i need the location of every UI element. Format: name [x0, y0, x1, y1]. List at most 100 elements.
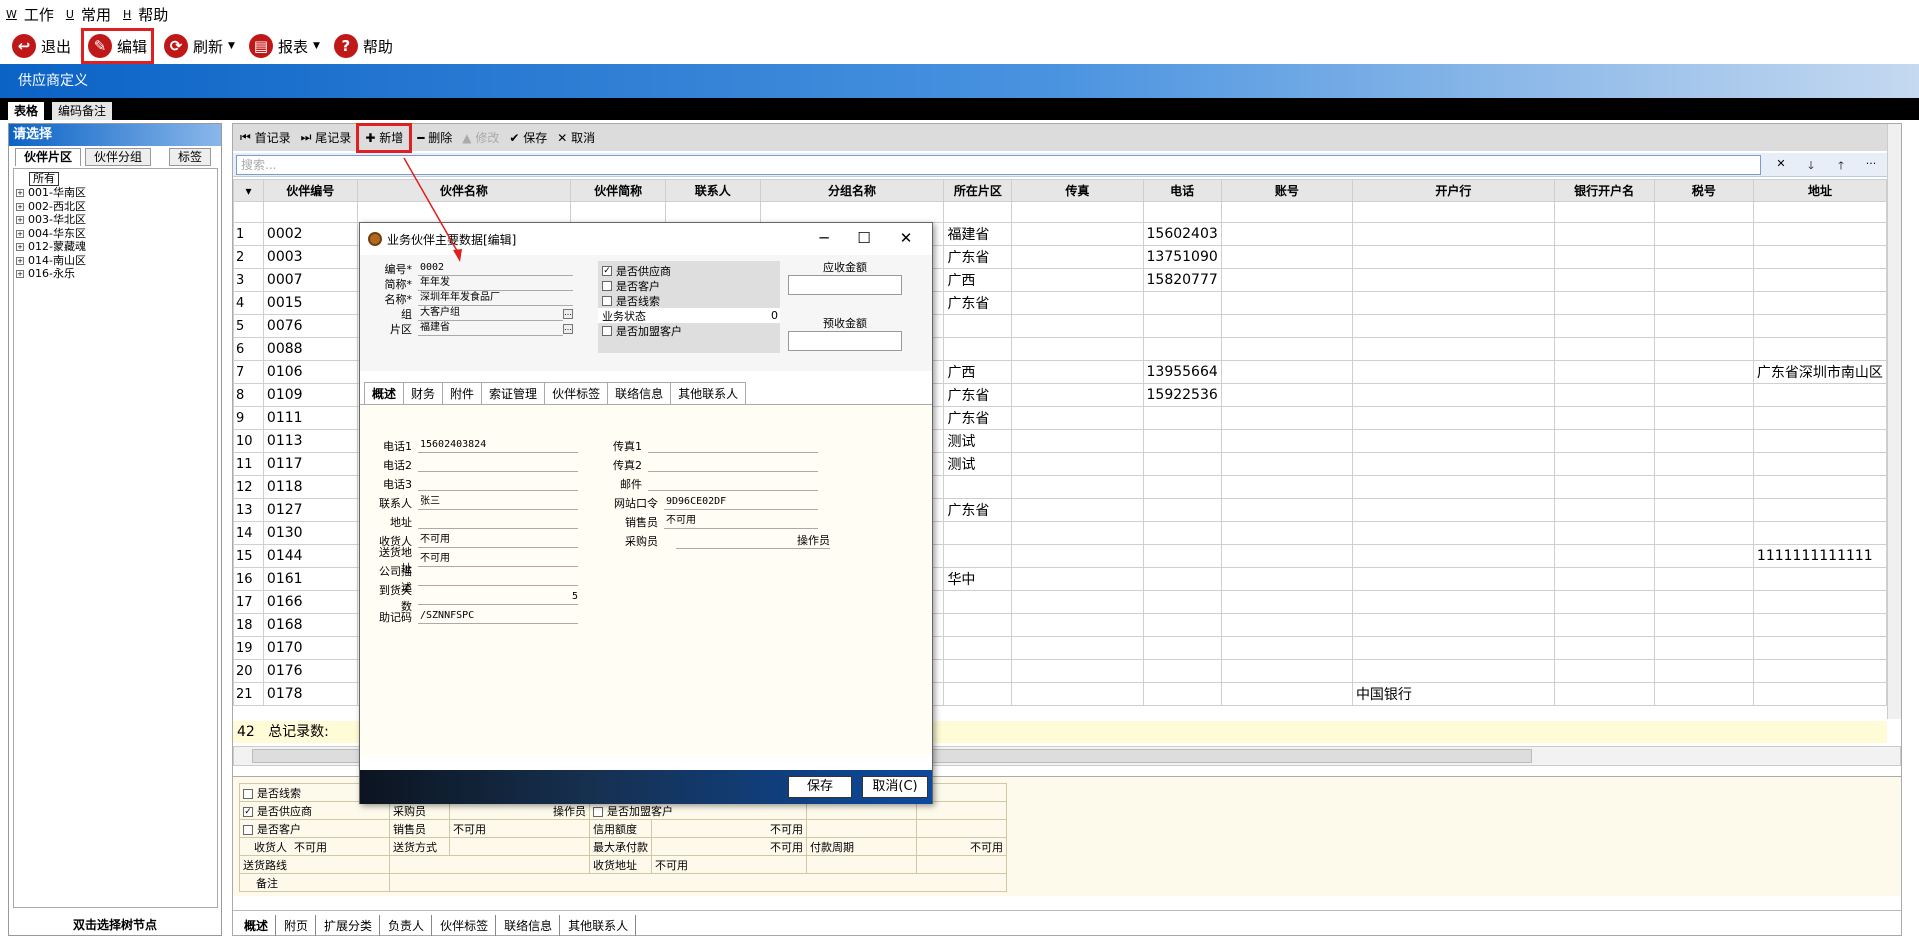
cell[interactable] — [1011, 498, 1144, 522]
cell[interactable] — [1011, 521, 1144, 545]
cell-rn[interactable]: 12 — [233, 475, 264, 499]
cell-addr[interactable] — [1752, 521, 1887, 545]
col-header[interactable]: 电话 — [1142, 179, 1222, 202]
report-button[interactable]: ▤ 报表 ▼ — [245, 30, 324, 62]
checkbox-checked-icon[interactable]: ✓ — [243, 806, 253, 817]
cell-rn[interactable]: 10 — [233, 429, 264, 453]
search-input[interactable]: 搜索... — [236, 155, 1761, 175]
tree-node[interactable]: +014-南山区 — [14, 254, 217, 268]
cell-rn[interactable]: 1 — [233, 222, 264, 246]
fax1-field[interactable] — [648, 438, 818, 453]
cell-rn[interactable]: 6 — [233, 337, 264, 361]
cancel-button[interactable]: ✕ 取消 — [552, 124, 600, 151]
col-header[interactable]: 所在片区 — [943, 179, 1013, 202]
cell-rn[interactable]: 14 — [233, 521, 264, 545]
cell[interactable] — [1220, 383, 1353, 407]
cell-addr[interactable]: 1111111111111 — [1752, 544, 1887, 568]
row-indicator-header[interactable]: ▾ — [233, 179, 264, 202]
note-field[interactable] — [389, 873, 1007, 892]
filter-cell[interactable] — [262, 201, 358, 223]
tab-overview[interactable]: 概述 — [237, 915, 277, 936]
cell-rn[interactable]: 4 — [233, 291, 264, 315]
cell[interactable] — [1553, 475, 1655, 499]
cell-rn[interactable]: 11 — [233, 452, 264, 476]
cell-bank[interactable] — [1351, 268, 1555, 292]
cell-bank[interactable] — [1351, 659, 1555, 683]
vertical-scrollbar[interactable] — [1887, 124, 1901, 719]
cell-addr[interactable] — [1752, 475, 1887, 499]
cell-rn[interactable]: 5 — [233, 314, 264, 338]
cell[interactable] — [1011, 659, 1144, 683]
tree-node[interactable]: +001-华南区 — [14, 186, 217, 200]
col-header[interactable]: 地址 — [1752, 179, 1887, 202]
cell-addr[interactable] — [1752, 268, 1887, 292]
cell-region[interactable] — [943, 314, 1013, 338]
tel3-field[interactable] — [418, 476, 578, 491]
minimize-icon[interactable]: ─ — [804, 229, 844, 249]
cell[interactable] — [1011, 544, 1144, 568]
filter-cell[interactable] — [1351, 201, 1555, 223]
dtab-finance[interactable]: 财务 — [403, 382, 444, 404]
cell[interactable] — [1220, 521, 1353, 545]
cell-tel[interactable] — [1142, 659, 1222, 683]
cell-code[interactable]: 0111 — [262, 406, 358, 430]
cell-addr[interactable] — [1752, 383, 1887, 407]
tab-partner-group[interactable]: 伙伴分组 — [85, 148, 152, 166]
expand-icon[interactable]: + — [16, 270, 24, 278]
cell-addr[interactable] — [1752, 291, 1887, 315]
seller-field[interactable]: 不可用 — [664, 514, 818, 529]
exit-button[interactable]: ↩ 退出 — [8, 30, 75, 62]
cell[interactable] — [1653, 383, 1754, 407]
cell-tel[interactable]: 15922536 — [1142, 383, 1222, 407]
tree-node[interactable]: +016-永乐 — [14, 267, 217, 281]
chk-lead[interactable]: 是否线索 — [598, 293, 780, 308]
cell-bank[interactable] — [1351, 383, 1555, 407]
modify-button[interactable]: ▲ 修改 — [457, 124, 504, 151]
filter-cell[interactable] — [1752, 201, 1887, 223]
dtab-other-contacts[interactable]: 其他联系人 — [670, 382, 747, 404]
cell-code[interactable]: 0166 — [262, 590, 358, 614]
delete-button[interactable]: ━ 删除 — [412, 124, 457, 151]
cell[interactable] — [1653, 291, 1754, 315]
filter-cell[interactable] — [1653, 201, 1754, 223]
col-header[interactable]: 伙伴编号 — [262, 179, 358, 202]
contact-field[interactable]: 张三 — [418, 495, 578, 510]
cell-rn[interactable]: 15 — [233, 544, 264, 568]
tree-node[interactable]: +002-西北区 — [14, 200, 217, 214]
filter-cell[interactable] — [570, 201, 666, 223]
cell-region[interactable] — [943, 682, 1013, 706]
cell[interactable] — [1220, 544, 1353, 568]
cell-bank[interactable] — [1351, 636, 1555, 660]
cell-bank[interactable] — [1351, 613, 1555, 637]
cell-bank[interactable] — [1351, 245, 1555, 269]
cell[interactable] — [1553, 521, 1655, 545]
tree-node[interactable]: +004-华东区 — [14, 227, 217, 241]
col-header[interactable]: 账号 — [1220, 179, 1353, 202]
cell-rn[interactable]: 7 — [233, 360, 264, 384]
last-record-button[interactable]: ⏭ 尾记录 — [296, 124, 357, 151]
cell-code[interactable]: 0170 — [262, 636, 358, 660]
checkbox-icon[interactable] — [602, 280, 612, 291]
col-header[interactable]: 税号 — [1653, 179, 1754, 202]
dtab-contact[interactable]: 联络信息 — [607, 382, 672, 404]
close-icon[interactable]: ✕ — [886, 229, 926, 249]
cell[interactable] — [1220, 452, 1353, 476]
cell-tel[interactable] — [1142, 590, 1222, 614]
cell[interactable] — [1220, 222, 1353, 246]
address-field[interactable] — [418, 514, 578, 529]
tab-other-contacts[interactable]: 其他联系人 — [561, 915, 637, 936]
tab-contact-info[interactable]: 联络信息 — [497, 915, 561, 936]
cell[interactable] — [1553, 429, 1655, 453]
add-button[interactable]: ✚ 新增 — [356, 122, 413, 153]
cell[interactable] — [1220, 567, 1353, 591]
cell[interactable] — [1011, 406, 1144, 430]
cell-rn[interactable]: 9 — [233, 406, 264, 430]
cell-bank[interactable] — [1351, 452, 1555, 476]
cell[interactable] — [1553, 613, 1655, 637]
cell-tel[interactable] — [1142, 544, 1222, 568]
cell-region[interactable]: 广西 — [943, 268, 1013, 292]
edit-button[interactable]: ✎ 编辑 — [81, 28, 155, 64]
cell[interactable] — [1011, 383, 1144, 407]
code-field[interactable]: 0002 — [418, 261, 573, 276]
tel2-field[interactable] — [418, 457, 578, 472]
